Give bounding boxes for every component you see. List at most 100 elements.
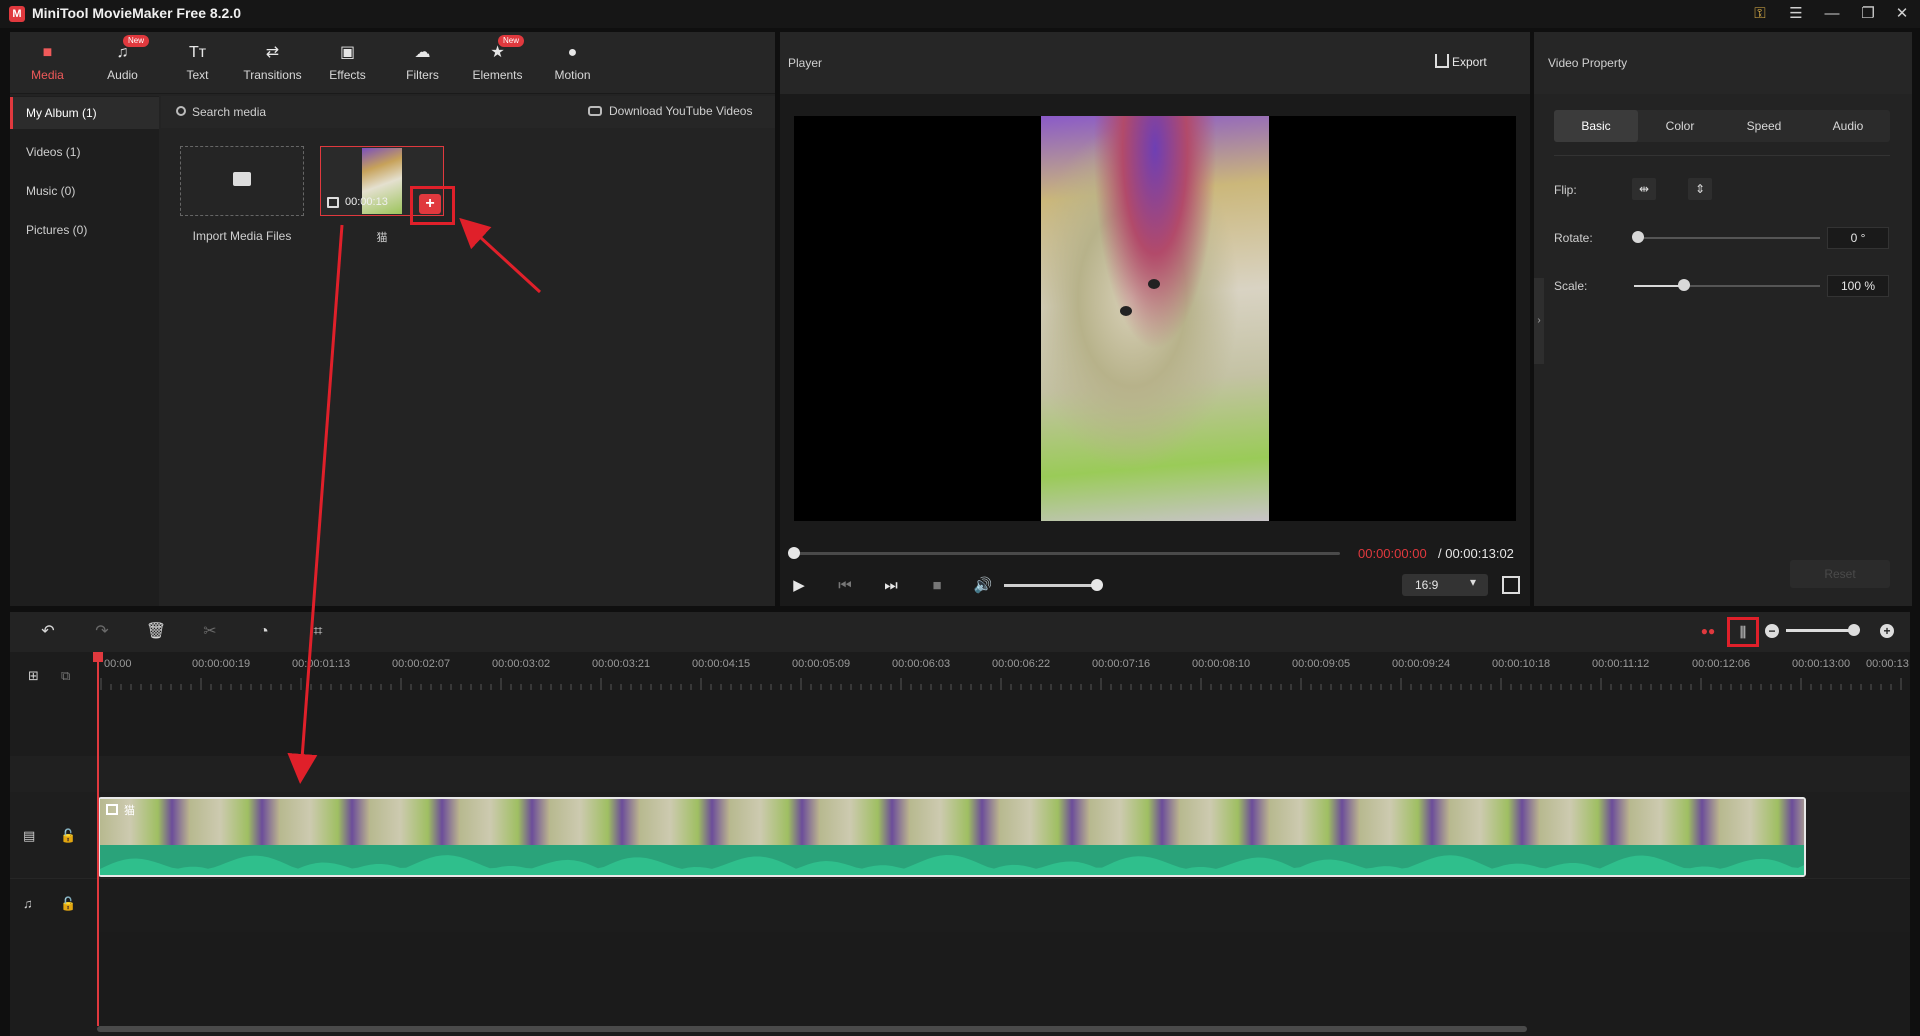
- title-bar: [0, 0, 1920, 28]
- lock-icon[interactable]: 🔓: [60, 828, 76, 844]
- close-icon[interactable]: ✕: [1884, 0, 1920, 28]
- toolbar-label: Media: [31, 68, 64, 82]
- toolbar-effects[interactable]: ▣ Effects: [310, 32, 385, 94]
- clip-duration: 00:00:13: [345, 196, 388, 208]
- rotate-slider[interactable]: [1636, 237, 1820, 239]
- timeline-tick-label: 00:00:08:10: [1192, 658, 1251, 670]
- collapse-panel-icon[interactable]: ›: [1534, 278, 1544, 364]
- download-youtube-link[interactable]: Download YouTube Videos: [609, 104, 752, 118]
- flip-horizontal-icon[interactable]: ⇹: [1632, 178, 1656, 200]
- video-track-icon: ▤: [23, 828, 36, 843]
- add-track-icon[interactable]: ⊞: [28, 668, 39, 684]
- clip-name: 猫: [376, 232, 388, 244]
- effects-icon: ▣: [339, 44, 356, 61]
- highlight-box: [410, 186, 455, 225]
- rotate-label: Rotate:: [1554, 231, 1593, 245]
- timeline-tick-label: 00:00:05:09: [792, 658, 851, 670]
- youtube-icon[interactable]: [588, 106, 602, 116]
- toolbar-motion[interactable]: ● Motion: [535, 32, 610, 94]
- timeline-tick-label: 00:00:09:24: [1392, 658, 1451, 670]
- album-item[interactable]: Pictures (0): [10, 214, 159, 246]
- tab-speed[interactable]: Speed: [1722, 110, 1806, 142]
- toolbar-text[interactable]: Tт Text: [160, 32, 235, 94]
- toolbar-label: Elements: [472, 68, 523, 82]
- timeline-tick-label: 00:00:13: [1866, 658, 1909, 670]
- crop-icon[interactable]: ⌗: [306, 620, 330, 644]
- timeline-tick-label: 00:00:07:16: [1092, 658, 1151, 670]
- flip-vertical-icon[interactable]: ⇕: [1688, 178, 1712, 200]
- divider: [1554, 155, 1890, 156]
- toolbar-audio[interactable]: ♫ Audio New: [85, 32, 160, 94]
- transition-arrows-icon: ⇄: [265, 44, 280, 61]
- toolbar-label: Transitions: [243, 68, 302, 82]
- timeline-clip-name: 猫: [124, 805, 135, 817]
- motion-icon: ●: [567, 44, 578, 61]
- toolbar-filters[interactable]: ☁ Filters: [385, 32, 460, 94]
- filters-icon: ☁: [414, 44, 431, 61]
- split-icon[interactable]: ✂: [198, 620, 222, 644]
- zoom-to-fit-icon[interactable]: ⫼: [1727, 617, 1759, 647]
- redo-icon[interactable]: ↷: [90, 620, 114, 644]
- menu-icon[interactable]: ☰: [1778, 0, 1814, 28]
- undo-icon[interactable]: ↶: [36, 620, 60, 644]
- chevron-down-icon[interactable]: ▾: [1470, 575, 1476, 589]
- folder-icon: ■: [42, 44, 53, 61]
- copy-track-icon[interactable]: ⧉: [61, 668, 70, 684]
- delete-icon[interactable]: 🗑: [144, 620, 168, 644]
- clip-filmstrip: [100, 799, 1804, 845]
- zoom-in-icon[interactable]: +: [1880, 624, 1894, 638]
- album-item[interactable]: Videos (1): [10, 136, 159, 168]
- timeline-scrollbar[interactable]: [97, 1026, 1527, 1032]
- tab-color[interactable]: Color: [1638, 110, 1722, 142]
- zoom-out-icon[interactable]: −: [1765, 624, 1779, 638]
- rotate-handle[interactable]: [1632, 231, 1644, 243]
- toolbar-transitions[interactable]: ⇄ Transitions: [235, 32, 310, 94]
- volume-handle[interactable]: [1091, 579, 1103, 591]
- toolbar-media[interactable]: ■ Media: [10, 32, 85, 94]
- speed-icon[interactable]: ◔: [252, 620, 276, 644]
- maximize-icon[interactable]: ❐: [1850, 0, 1886, 28]
- playhead[interactable]: [97, 656, 99, 1026]
- next-frame-icon[interactable]: ⏭: [880, 576, 902, 596]
- fullscreen-icon[interactable]: [1502, 576, 1520, 594]
- lock-icon[interactable]: 🔓: [60, 896, 76, 912]
- timeline-tick-label: 00:00:06:22: [992, 658, 1051, 670]
- seek-bar[interactable]: [794, 552, 1340, 555]
- timeline-ruler-ticks: [100, 678, 1902, 690]
- reset-button[interactable]: Reset: [1790, 560, 1890, 588]
- zoom-handle[interactable]: [1848, 624, 1860, 636]
- seek-handle[interactable]: [788, 547, 800, 559]
- search-media-input[interactable]: [192, 101, 432, 123]
- minimize-icon[interactable]: —: [1814, 0, 1850, 28]
- player-header: [780, 32, 1530, 94]
- total-time: / 00:00:13:02: [1438, 546, 1514, 561]
- tab-audio[interactable]: Audio: [1806, 110, 1890, 142]
- marker-icon[interactable]: ●●: [1697, 622, 1719, 640]
- album-sidebar: [10, 96, 159, 606]
- preview-detail: [1148, 279, 1160, 289]
- music-track: [10, 878, 1910, 932]
- album-item[interactable]: Music (0): [10, 175, 159, 207]
- timeline-tick-label: 00:00:10:18: [1492, 658, 1551, 670]
- new-badge: New: [123, 35, 149, 47]
- timeline-video-clip[interactable]: 猫: [98, 797, 1806, 877]
- scale-value[interactable]: 100 %: [1827, 275, 1889, 297]
- text-icon: Tт: [188, 44, 207, 61]
- toolbar-label: Motion: [554, 68, 591, 82]
- play-icon[interactable]: ▶: [788, 576, 810, 596]
- search-icon: [176, 106, 186, 116]
- scale-handle[interactable]: [1678, 279, 1690, 291]
- album-item[interactable]: My Album (1): [10, 97, 159, 129]
- volume-icon[interactable]: 🔊: [972, 576, 994, 596]
- export-button[interactable]: Export: [1428, 50, 1498, 74]
- preview-frame-image: [1041, 116, 1269, 521]
- key-icon[interactable]: ⚿: [1742, 0, 1778, 28]
- toolbar-elements[interactable]: ★ Elements New: [460, 32, 535, 94]
- volume-slider[interactable]: [1004, 584, 1098, 587]
- previous-frame-icon[interactable]: ⏮: [834, 576, 856, 596]
- timeline-tick-label: 00:00:09:05: [1292, 658, 1351, 670]
- rotate-value[interactable]: 0 °: [1827, 227, 1889, 249]
- timeline-tick-label: 00:00:13:00: [1792, 658, 1851, 670]
- stop-icon[interactable]: ■: [926, 576, 948, 596]
- tab-basic[interactable]: Basic: [1554, 110, 1638, 142]
